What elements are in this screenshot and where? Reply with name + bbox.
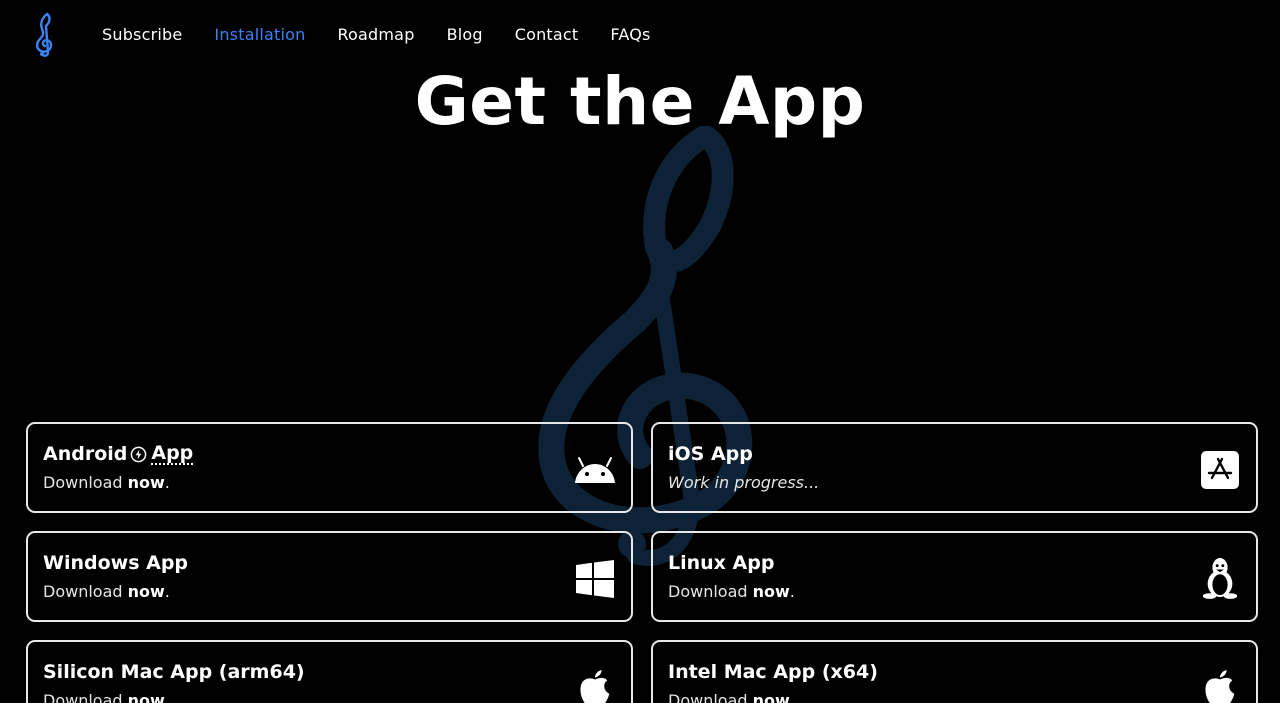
- page-title: Get the App: [414, 63, 866, 140]
- nav-link-blog[interactable]: Blog: [447, 22, 483, 48]
- sub-post: .: [164, 691, 170, 703]
- card-title: Silicon Mac App (arm64): [43, 661, 305, 683]
- linux-app-card[interactable]: Linux App Download now.: [651, 531, 1258, 622]
- silicon-mac-app-card[interactable]: Silicon Mac App (arm64) Download now.: [26, 640, 633, 703]
- card-title: Linux App: [668, 552, 775, 574]
- treble-clef-icon[interactable]: [30, 12, 62, 58]
- card-title: iOS App: [668, 443, 753, 465]
- card-subtitle: Work in progress...: [668, 473, 820, 492]
- sub-text: Download: [668, 691, 748, 703]
- linux-tux-icon: [1198, 555, 1242, 601]
- android-app-card[interactable]: Android App Download now.: [26, 422, 633, 513]
- nav-link-roadmap[interactable]: Roadmap: [337, 22, 414, 48]
- windows-app-card[interactable]: Windows App Download now.: [26, 531, 633, 622]
- nav-link-contact[interactable]: Contact: [515, 22, 579, 48]
- nav-links: Subscribe Installation Roadmap Blog Cont…: [102, 22, 651, 48]
- download-cards: Android App Download now. iOS App Work i…: [26, 422, 1258, 703]
- sub-post: .: [789, 691, 795, 703]
- sub-text: Download: [43, 473, 123, 492]
- card-title: Intel Mac App (x64): [668, 661, 878, 683]
- lightning-icon: [131, 446, 147, 462]
- sub-bold: now: [127, 473, 165, 492]
- android-icon: [573, 450, 617, 490]
- card-title-suffix: App: [151, 442, 194, 465]
- card-subtitle: Download now.: [43, 472, 170, 494]
- sub-bold: now: [127, 582, 165, 601]
- card-subtitle: Download now.: [668, 581, 795, 603]
- apple-icon: [1198, 668, 1242, 703]
- card-title: Android App: [43, 441, 194, 467]
- nav-link-subscribe[interactable]: Subscribe: [102, 22, 182, 48]
- nav-link-installation[interactable]: Installation: [214, 22, 305, 48]
- sub-text: Download: [43, 582, 123, 601]
- top-nav: Subscribe Installation Roadmap Blog Cont…: [0, 0, 1280, 70]
- sub-post: .: [164, 473, 170, 492]
- sub-text: Download: [43, 691, 123, 703]
- sub-bold: now: [127, 691, 165, 703]
- sub-post: .: [164, 582, 170, 601]
- apple-icon: [573, 668, 617, 703]
- page: Subscribe Installation Roadmap Blog Cont…: [0, 0, 1280, 703]
- ios-app-card[interactable]: iOS App Work in progress...: [651, 422, 1258, 513]
- card-title: Windows App: [43, 552, 189, 574]
- sub-bold: now: [752, 582, 790, 601]
- card-subtitle: Download now.: [43, 581, 170, 603]
- card-subtitle: Download now.: [668, 690, 795, 703]
- intel-mac-app-card[interactable]: Intel Mac App (x64) Download now.: [651, 640, 1258, 703]
- sub-text: Download: [668, 582, 748, 601]
- card-title-text: Android: [43, 443, 128, 465]
- sub-post: .: [789, 582, 795, 601]
- windows-icon: [573, 559, 617, 599]
- app-store-icon: [1198, 450, 1242, 490]
- nav-link-faqs[interactable]: FAQs: [610, 22, 650, 48]
- card-subtitle: Download now.: [43, 690, 170, 703]
- sub-bold: now: [752, 691, 790, 703]
